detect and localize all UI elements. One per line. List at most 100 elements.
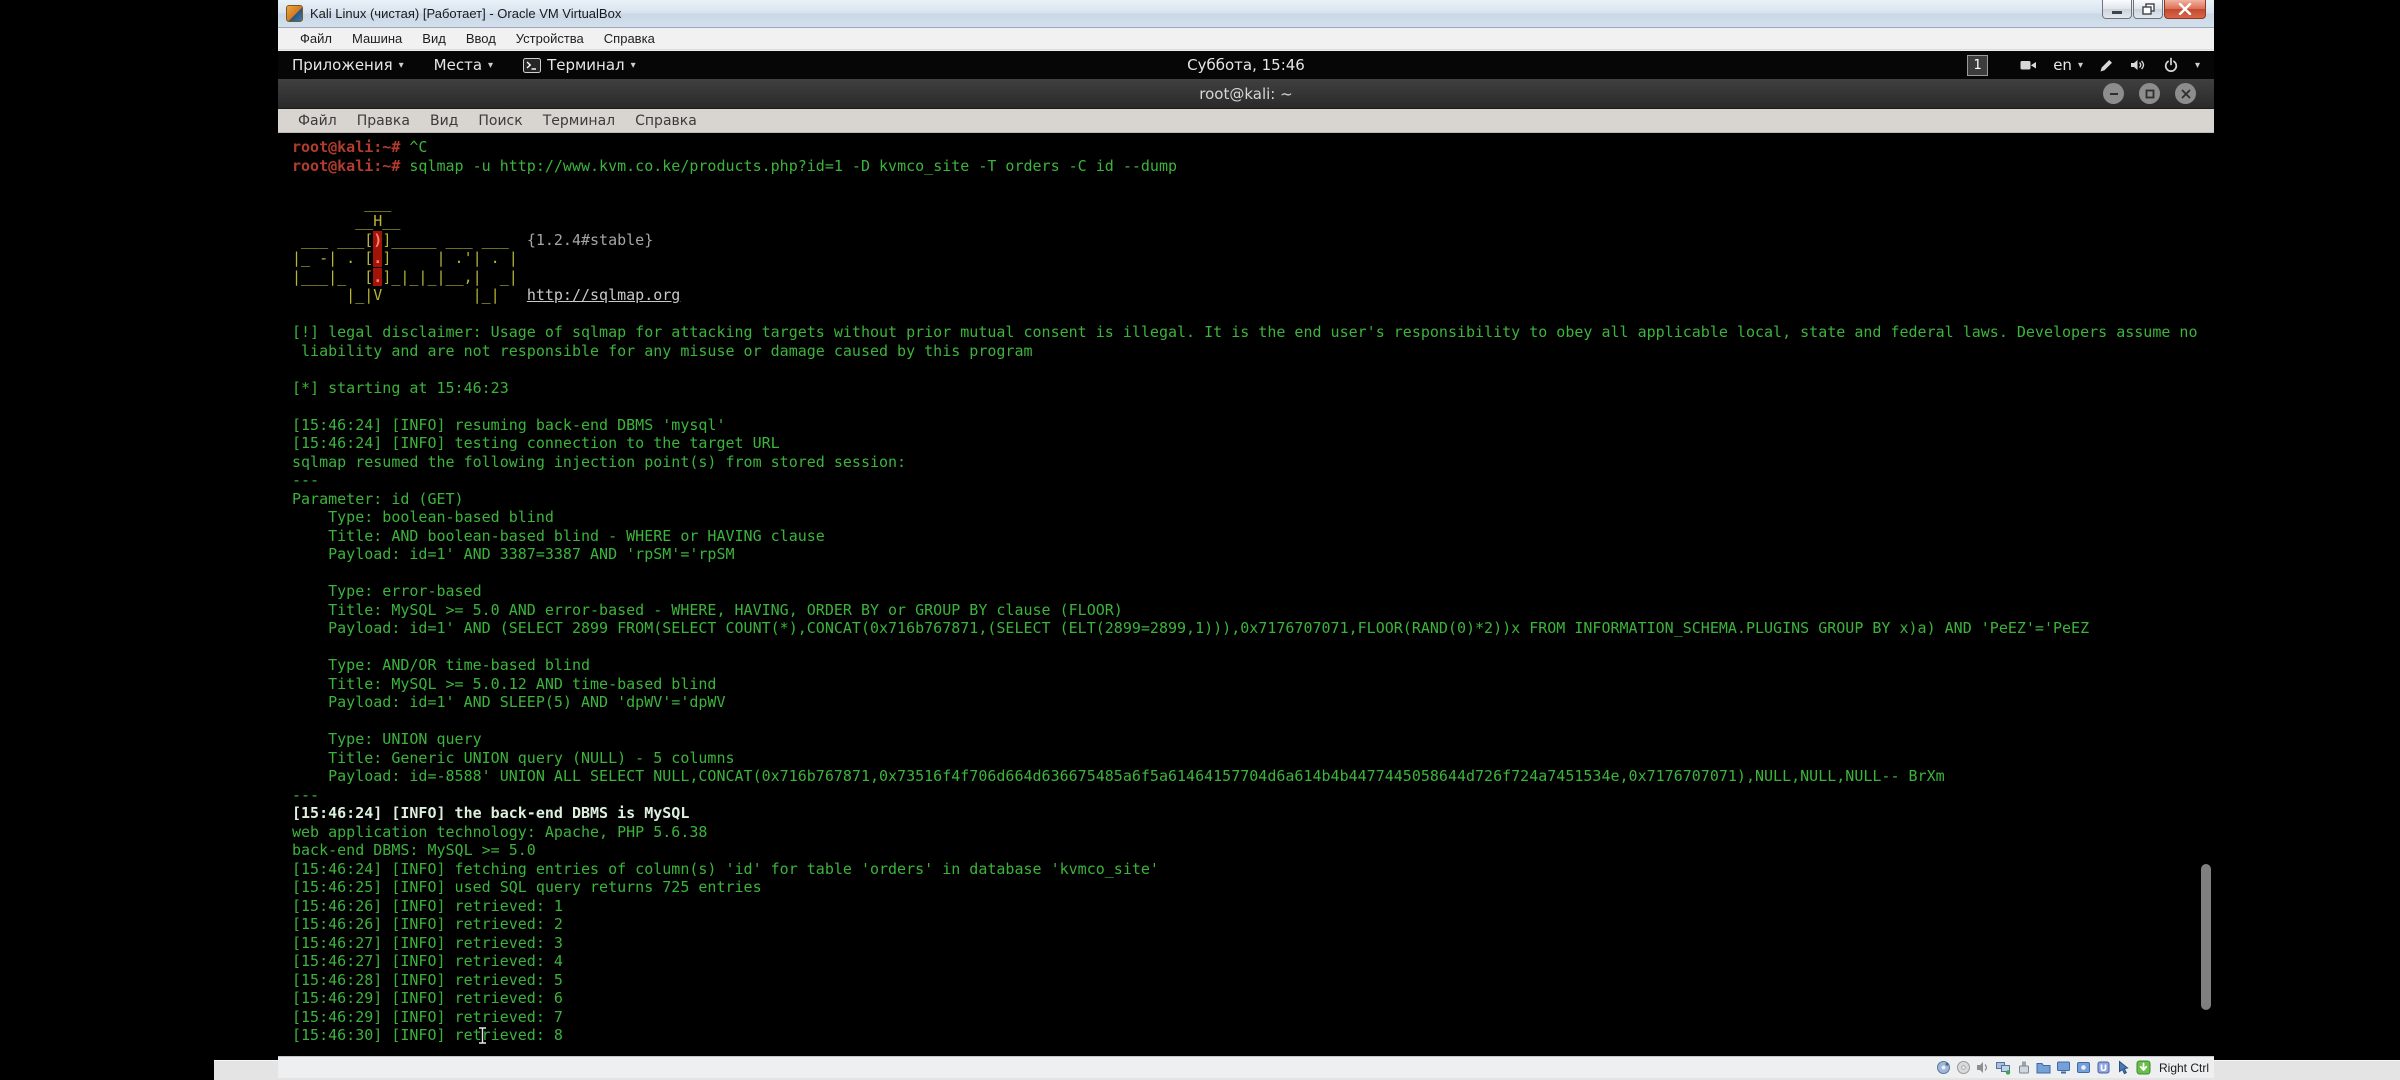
usb-icon[interactable] [2016, 1060, 2031, 1075]
terminal-line [292, 360, 2214, 379]
svg-text:U: U [2100, 1064, 2107, 1074]
terminal-line: Type: AND/OR time-based blind [292, 656, 2214, 675]
terminal-close-button[interactable] [2175, 83, 2196, 104]
terminal-line: [15:46:24] [INFO] fetching entries of co… [292, 860, 2214, 879]
mouse-cursor-ibeam [478, 1027, 487, 1044]
virtualbox-window: Kali Linux (чистая) [Работает] - Oracle … [278, 0, 2214, 1078]
vbox-menu-item-1[interactable]: Файл [290, 29, 342, 48]
shared-folders-icon[interactable] [2036, 1060, 2051, 1075]
close-icon [2181, 89, 2191, 99]
vbox-window-title: Kali Linux (чистая) [Работает] - Oracle … [310, 6, 621, 21]
terminal-line: liability and are not responsible for an… [292, 342, 2214, 361]
screen-recorder-icon[interactable] [2020, 58, 2037, 72]
keyboard-layout-indicator[interactable]: en▾ [2053, 56, 2083, 74]
power-icon[interactable] [2163, 57, 2179, 73]
terminal-menu-item-6[interactable]: Справка [625, 111, 707, 131]
clock[interactable]: Суббота, 15:46 [1187, 56, 1305, 74]
terminal-output: root@kali:~# ^Croot@kali:~# sqlmap -u ht… [292, 138, 2214, 1045]
vbox-menu-item-3[interactable]: Вид [412, 29, 456, 48]
terminal-line: [15:46:24] [INFO] the back-end DBMS is M… [292, 804, 2214, 823]
places-menu[interactable]: Места▾ [434, 56, 493, 74]
video-capture-icon[interactable] [2076, 1060, 2091, 1075]
keyboard-capture-icon[interactable] [2136, 1060, 2151, 1075]
system-menu-chevron-icon[interactable]: ▾ [2195, 60, 2200, 71]
maximize-icon [2145, 89, 2155, 99]
terminal-line [292, 175, 2214, 194]
chevron-down-icon: ▾ [399, 60, 404, 71]
network-icon[interactable] [1996, 1060, 2011, 1075]
audio-icon[interactable] [1976, 1060, 1991, 1075]
terminal-line: [15:46:27] [INFO] retrieved: 4 [292, 952, 2214, 971]
applications-menu[interactable]: Приложения▾ [292, 56, 404, 74]
terminal-line: [15:46:26] [INFO] retrieved: 1 [292, 897, 2214, 916]
close-icon [2178, 3, 2192, 15]
display-icon[interactable] [2056, 1060, 2071, 1075]
terminal-line [292, 564, 2214, 583]
terminal-line: ___ ___[)]_____ ___ ___ {1.2.4#stable} [292, 231, 2214, 250]
minimize-button[interactable] [2102, 0, 2132, 19]
terminal-content[interactable]: root@kali:~# ^Croot@kali:~# sqlmap -u ht… [278, 134, 2214, 1056]
optical-disk-icon[interactable] [1956, 1060, 1971, 1075]
terminal-window: root@kali: ~ ФайлПравкаВидПоискТерминалС… [278, 79, 2214, 1056]
terminal-line [292, 305, 2214, 324]
terminal-line: [15:46:27] [INFO] retrieved: 3 [292, 934, 2214, 953]
close-button[interactable] [2164, 0, 2206, 19]
terminal-line: [15:46:25] [INFO] used SQL query returns… [292, 878, 2214, 897]
terminal-line: Payload: id=1' AND (SELECT 2899 FROM(SEL… [292, 619, 2214, 638]
terminal-line: Parameter: id (GET) [292, 490, 2214, 509]
terminal-line: Title: AND boolean-based blind - WHERE o… [292, 527, 2214, 546]
vm-screen[interactable]: Приложения▾ Места▾ Терминал▾ Суббота, 15… [278, 51, 2214, 1056]
vbox-app-icon [286, 5, 303, 22]
terminal-line: Type: boolean-based blind [292, 508, 2214, 527]
terminal-line: Title: MySQL >= 5.0.12 AND time-based bl… [292, 675, 2214, 694]
terminal-line: |_|V |_| http://sqlmap.org [292, 286, 2214, 305]
terminal-line: web application technology: Apache, PHP … [292, 823, 2214, 842]
terminal-line: --- [292, 471, 2214, 490]
terminal-minimize-button[interactable] [2103, 83, 2124, 104]
stylus-icon[interactable] [2099, 58, 2114, 73]
terminal-line: |_ -| . [.] | .'| . | [292, 249, 2214, 268]
features-icon[interactable]: U [2096, 1060, 2111, 1075]
vbox-menubar: ФайлМашинаВидВводУстройстваСправка [278, 28, 2214, 50]
terminal-menu-item-4[interactable]: Поиск [468, 111, 532, 131]
terminal-line: [15:46:29] [INFO] retrieved: 6 [292, 989, 2214, 1008]
vbox-menu-item-5[interactable]: Устройства [506, 29, 594, 48]
vbox-titlebar[interactable]: Kali Linux (чистая) [Работает] - Oracle … [278, 0, 2214, 28]
terminal-menu-item-1[interactable]: Файл [288, 111, 347, 131]
vbox-menu-item-6[interactable]: Справка [594, 29, 665, 48]
volume-icon[interactable] [2130, 58, 2147, 72]
terminal-maximize-button[interactable] [2139, 83, 2160, 104]
vbox-menu-item-2[interactable]: Машина [342, 29, 412, 48]
restore-button[interactable] [2133, 0, 2163, 19]
vbox-menu-item-4[interactable]: Ввод [456, 29, 506, 48]
minimize-icon [2109, 89, 2119, 99]
workspace-indicator[interactable]: 1 [1967, 55, 1988, 76]
terminal-line: ___ [292, 194, 2214, 213]
terminal-header[interactable]: root@kali: ~ [278, 79, 2214, 109]
terminal-line [292, 397, 2214, 416]
terminal-line: --- [292, 786, 2214, 805]
vbox-statusbar: U Right Ctrl [278, 1056, 2214, 1078]
terminal-scrollbar[interactable] [2201, 864, 2211, 1010]
terminal-line: [!] legal disclaimer: Usage of sqlmap fo… [292, 323, 2214, 342]
terminal-app-icon [523, 58, 541, 73]
minimize-icon [2111, 3, 2123, 15]
mouse-integration-icon[interactable] [2116, 1060, 2131, 1075]
terminal-menu-item-2[interactable]: Правка [347, 111, 420, 131]
terminal-line: [15:46:30] [INFO] retrieved: 8 [292, 1026, 2214, 1045]
terminal-app-menu[interactable]: Терминал▾ [523, 56, 636, 74]
chevron-down-icon: ▾ [488, 60, 493, 71]
terminal-line: root@kali:~# sqlmap -u http://www.kvm.co… [292, 157, 2214, 176]
terminal-line: __H__ [292, 212, 2214, 231]
terminal-menu-item-5[interactable]: Терминал [533, 111, 625, 131]
terminal-line: Type: UNION query [292, 730, 2214, 749]
terminal-line: Payload: id=1' AND SLEEP(5) AND 'dpWV'='… [292, 693, 2214, 712]
terminal-menu-item-3[interactable]: Вид [420, 111, 468, 131]
terminal-line: [15:46:24] [INFO] testing connection to … [292, 434, 2214, 453]
terminal-line: root@kali:~# ^C [292, 138, 2214, 157]
hard-disk-icon[interactable] [1936, 1060, 1951, 1075]
terminal-line [292, 712, 2214, 731]
terminal-line: back-end DBMS: MySQL >= 5.0 [292, 841, 2214, 860]
restore-icon [2142, 3, 2155, 15]
terminal-line: [15:46:24] [INFO] resuming back-end DBMS… [292, 416, 2214, 435]
